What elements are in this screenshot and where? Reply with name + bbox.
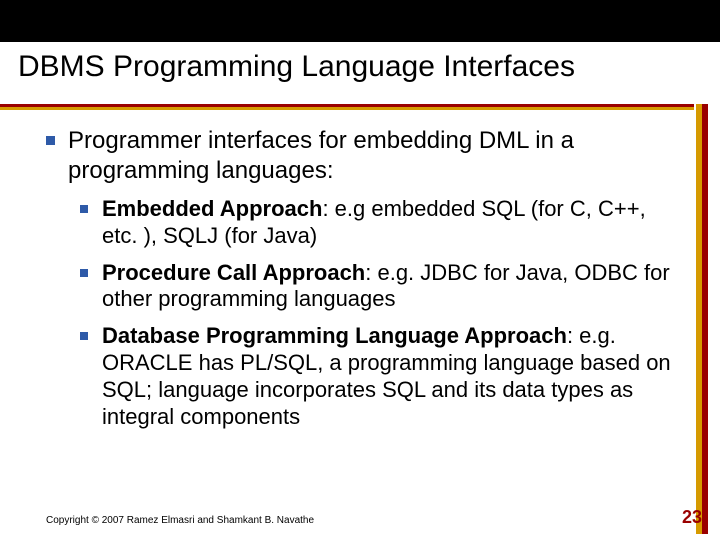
square-bullet-icon (80, 205, 88, 213)
bullet-level2: Procedure Call Approach: e.g. JDBC for J… (80, 260, 680, 314)
item-label: Embedded Approach (102, 196, 322, 221)
bullet-level1: Programmer interfaces for embedding DML … (46, 126, 680, 186)
bullet-level2: Database Programming Language Approach: … (80, 323, 680, 430)
slide: DBMS Programming Language Interfaces Pro… (0, 0, 720, 540)
square-bullet-icon (80, 332, 88, 340)
divider (0, 104, 708, 118)
slide-title: DBMS Programming Language Interfaces (18, 50, 702, 84)
item-label: Database Programming Language Approach (102, 323, 567, 348)
top-bar (0, 0, 720, 42)
bullet-level2: Embedded Approach: e.g embedded SQL (for… (80, 196, 680, 250)
square-bullet-icon (46, 136, 55, 145)
slide-body: Programmer interfaces for embedding DML … (46, 126, 680, 437)
intro-text: Programmer interfaces for embedding DML … (68, 127, 574, 184)
page-number: 23 (682, 507, 702, 528)
item-label: Procedure Call Approach (102, 260, 365, 285)
copyright-text: Copyright © 2007 Ramez Elmasri and Shamk… (46, 515, 314, 526)
square-bullet-icon (80, 269, 88, 277)
